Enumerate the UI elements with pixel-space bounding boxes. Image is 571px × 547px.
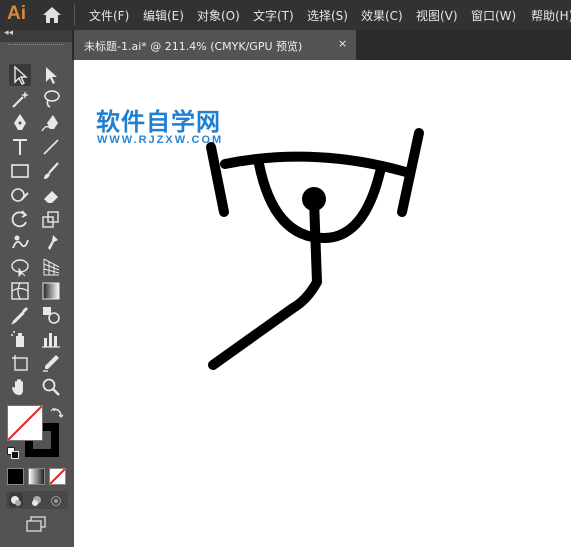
artboard-tool-icon[interactable] — [9, 352, 31, 374]
close-icon[interactable]: × — [338, 37, 347, 50]
column-graph-tool-icon[interactable] — [40, 328, 62, 350]
curvature-tool-icon[interactable] — [40, 112, 62, 134]
shaper-tool-icon[interactable] — [9, 184, 31, 206]
panel-grip[interactable] — [8, 44, 64, 48]
type-tool-icon[interactable] — [9, 136, 31, 158]
shape-builder-tool-icon[interactable] — [9, 256, 31, 278]
menu-file[interactable]: 文件(F) — [89, 7, 129, 24]
draw-normal-icon[interactable] — [9, 493, 23, 507]
eraser-tool-icon[interactable] — [40, 184, 62, 206]
hand-tool-icon[interactable] — [9, 376, 31, 398]
menu-separator — [74, 4, 75, 26]
pen-tool-icon[interactable] — [9, 112, 31, 134]
zoom-tool-icon[interactable] — [40, 376, 62, 398]
perspective-grid-tool-icon[interactable] — [40, 256, 62, 278]
head-dot — [302, 187, 326, 211]
document-tab[interactable]: 未标题-1.ai* @ 211.4% (CMYK/GPU 预览) × — [74, 30, 356, 60]
menu-type[interactable]: 文字(T) — [253, 7, 294, 24]
app-logo: Ai — [7, 3, 26, 24]
warp-tool-icon[interactable] — [9, 232, 31, 254]
line-segment-tool-icon[interactable] — [40, 136, 62, 158]
artboard-canvas[interactable]: 软件自学网 WWW.RJZXW.COM — [74, 60, 571, 547]
draw-inside-icon[interactable] — [49, 493, 63, 507]
tools-panel-header: ◂◂ — [0, 28, 72, 42]
none-mode-button[interactable] — [49, 468, 66, 485]
artwork-figure[interactable] — [74, 60, 571, 547]
paintbrush-tool-icon[interactable] — [40, 160, 62, 182]
menu-bar: Ai 文件(F) 编辑(E) 对象(O) 文字(T) 选择(S) 效果(C) 视… — [0, 0, 571, 30]
menu-window[interactable]: 窗口(W) — [471, 7, 516, 24]
fill-swatch[interactable] — [7, 405, 43, 441]
rectangle-tool-icon[interactable] — [9, 160, 31, 182]
tools-panel: ◂◂ — [0, 28, 72, 547]
swap-fill-stroke-icon[interactable] — [50, 405, 64, 419]
drawing-modes — [6, 491, 68, 509]
document-tab-title: 未标题-1.ai* @ 211.4% (CMYK/GPU 预览) — [84, 40, 303, 53]
menu-view[interactable]: 视图(V) — [416, 7, 458, 24]
menu-help[interactable]: 帮助(H) — [531, 7, 571, 24]
mesh-tool-icon[interactable] — [9, 280, 31, 302]
home-icon[interactable] — [42, 6, 62, 24]
default-fill-stroke-icon[interactable] — [7, 444, 19, 459]
slice-tool-icon[interactable] — [40, 352, 62, 374]
direct-selection-tool-icon[interactable] — [40, 64, 62, 86]
rotate-tool-icon[interactable] — [9, 208, 31, 230]
spine-stroke — [208, 195, 322, 370]
puppet-warp-tool-icon[interactable] — [40, 232, 62, 254]
color-mode-button[interactable] — [7, 468, 24, 485]
collapse-icon[interactable]: ◂◂ — [4, 28, 13, 38]
blend-tool-icon[interactable] — [40, 304, 62, 326]
menu-select[interactable]: 选择(S) — [307, 7, 348, 24]
menu-object[interactable]: 对象(O) — [197, 7, 240, 24]
menu-edit[interactable]: 编辑(E) — [143, 7, 184, 24]
gradient-mode-button[interactable] — [28, 468, 45, 485]
magic-wand-tool-icon[interactable] — [9, 88, 31, 110]
symbol-sprayer-tool-icon[interactable] — [9, 328, 31, 350]
gradient-tool-icon[interactable] — [40, 280, 62, 302]
selection-tool-icon[interactable] — [9, 64, 31, 86]
document-tab-bar: 未标题-1.ai* @ 211.4% (CMYK/GPU 预览) × — [0, 30, 571, 60]
left-arm-stroke — [206, 142, 229, 217]
menu-effect[interactable]: 效果(C) — [361, 7, 403, 24]
draw-behind-icon[interactable] — [29, 493, 43, 507]
lasso-tool-icon[interactable] — [40, 88, 62, 110]
scale-tool-icon[interactable] — [40, 208, 62, 230]
eyedropper-tool-icon[interactable] — [9, 304, 31, 326]
screen-mode-icon[interactable] — [25, 516, 47, 532]
